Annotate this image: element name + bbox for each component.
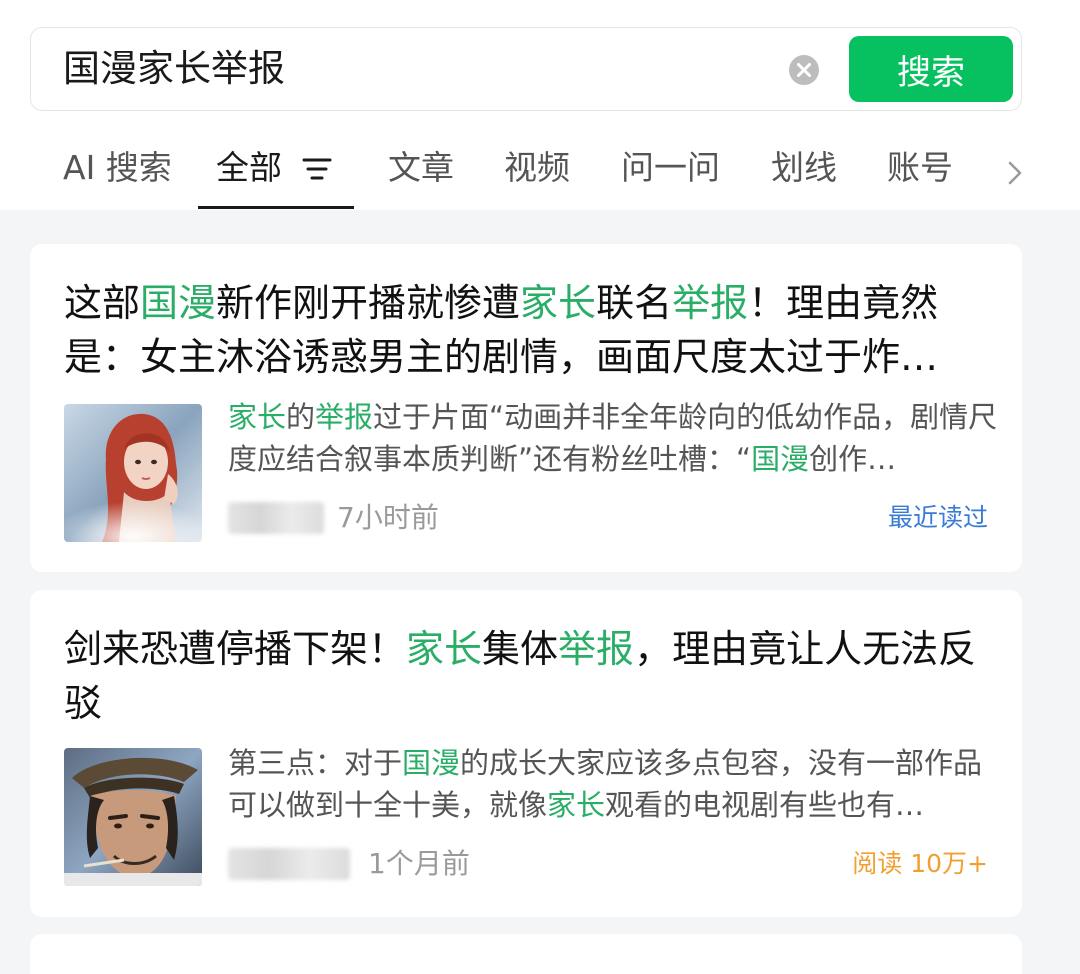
result-snippet: 第三点：对于国漫的成长大家应该多点包容，没有一部作品可以做到十全十美，就像家长观…: [228, 746, 983, 822]
search-header: 国漫家长举报 搜索 AI 搜索 全部 文章 视频 问一问 划线 账号: [0, 0, 1080, 210]
anime-character-image: [64, 748, 202, 886]
author-name-blurred: [228, 848, 350, 880]
result-card[interactable]: 这部国漫新作刚开播就惨遭家长联名举报！理由竟然是：女主沐浴诱惑男主的剧情，画面尺…: [30, 244, 1022, 572]
chevron-right-icon[interactable]: [1005, 158, 1025, 188]
tab-all[interactable]: 全部: [216, 146, 282, 190]
publish-time: 1个月前: [368, 847, 470, 880]
clear-icon[interactable]: [788, 54, 820, 86]
read-count: 阅读 10万+: [852, 849, 988, 878]
publish-time: 7小时前: [337, 501, 439, 534]
result-card[interactable]: 剑来恐遭停播下架！家长集体举报，理由竟让人无法反驳 第三点：对于国漫的成长大家应…: [30, 590, 1022, 917]
search-input[interactable]: 国漫家长举报 搜索: [30, 27, 1022, 111]
result-card-partial: [30, 934, 1022, 974]
search-query[interactable]: 国漫家长举报: [63, 46, 285, 92]
author-name-blurred: [228, 502, 324, 534]
filter-icon[interactable]: [302, 157, 332, 181]
result-thumbnail[interactable]: [64, 404, 202, 542]
tab-accounts[interactable]: 账号: [887, 146, 953, 190]
tab-articles[interactable]: 文章: [388, 146, 454, 190]
tab-ask[interactable]: 问一问: [621, 146, 720, 190]
tab-videos[interactable]: 视频: [504, 146, 570, 190]
search-button[interactable]: 搜索: [849, 36, 1013, 102]
result-title[interactable]: 剑来恐遭停播下架！家长集体举报，理由竟让人无法反驳: [64, 622, 984, 730]
tab-highlights[interactable]: 划线: [771, 146, 837, 190]
tab-ai-search[interactable]: AI 搜索: [63, 146, 172, 190]
active-tab-indicator: [198, 206, 354, 209]
result-snippet: 家长的举报过于片面“动画并非全年龄向的低幼作品，剧情尺度应结合叙事本质判断”还有…: [228, 400, 998, 476]
result-title[interactable]: 这部国漫新作刚开播就惨遭家长联名举报！理由竟然是：女主沐浴诱惑男主的剧情，画面尺…: [64, 276, 984, 384]
recently-read-badge: 最近读过: [887, 503, 988, 532]
tab-bar: AI 搜索 全部 文章 视频 问一问 划线 账号: [0, 140, 1080, 210]
result-thumbnail[interactable]: [64, 748, 202, 886]
anime-character-image: [64, 404, 202, 542]
